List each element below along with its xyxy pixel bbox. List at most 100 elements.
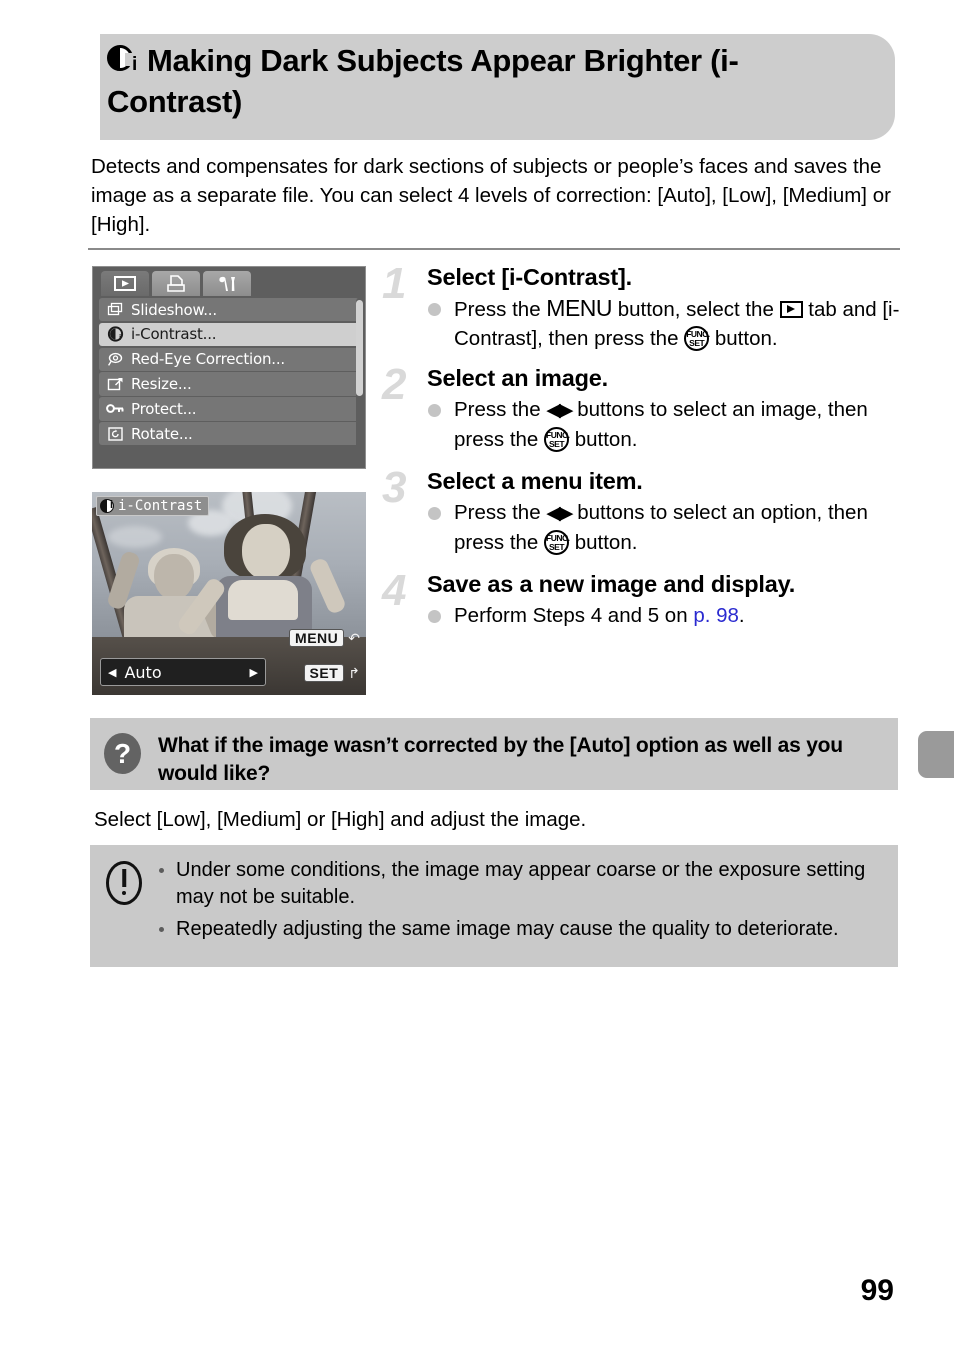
- caution-list: Under some conditions, the image may app…: [156, 857, 881, 948]
- step-body: Press the ◀▶ buttons to select an option…: [427, 498, 904, 557]
- rotate-icon: [99, 426, 131, 442]
- menu-item-label: Rotate...: [131, 424, 193, 443]
- camera-menu-list: Slideshow... i i-Contrast... Red-Eye Cor…: [99, 298, 359, 464]
- caution-callout-box: Under some conditions, the image may app…: [90, 845, 898, 967]
- step-body: Perform Steps 4 and 5 on p. 98.: [427, 601, 904, 630]
- step-number: 2: [382, 360, 407, 409]
- step-body: Press the MENU button, select the tab an…: [427, 294, 904, 353]
- bullet-dot: [428, 507, 441, 520]
- step-body-end: button.: [569, 428, 638, 451]
- playback-icon: [114, 276, 136, 291]
- bullet-dot: [428, 404, 441, 417]
- i-contrast-badge-label: i-Contrast: [118, 498, 203, 514]
- menu-hint: MENU ↶: [289, 629, 360, 647]
- menu-item-i-contrast[interactable]: i i-Contrast...: [99, 322, 359, 347]
- bullet-dot: [428, 303, 441, 316]
- step-title: Select a menu item.: [427, 468, 643, 494]
- chapter-tab-marker: [918, 731, 954, 778]
- return-arrow-icon: ↶: [348, 629, 360, 646]
- question-answer-text: Select [Low], [Medium] or [High] and adj…: [94, 808, 587, 831]
- bullet-dot: [159, 927, 164, 932]
- menu-item-protect[interactable]: Protect...: [99, 397, 359, 421]
- func-set-icon: FUNC. SET: [684, 326, 710, 351]
- step-body-end: button.: [709, 327, 778, 350]
- camera-photo-screenshot: i-Contrast ◀ Auto ▶ MENU ↶ SET ↱: [92, 492, 366, 695]
- option-value: Auto: [124, 662, 162, 682]
- func-set-icon: FUNC. SET: [544, 427, 570, 452]
- step-title: Select an image.: [427, 365, 608, 391]
- step-1: 1 Select [i-Contrast]. Press the MENU bu…: [382, 262, 904, 353]
- step-4: 4 Save as a new image and display. Perfo…: [382, 569, 904, 630]
- menu-scrollbar-thumb[interactable]: [356, 300, 363, 396]
- question-text: What if the image wasn’t corrected by th…: [158, 734, 843, 785]
- red-eye-icon: [99, 352, 131, 367]
- page-title-text: Making Dark Subjects Appear Brighter (i-…: [107, 43, 739, 119]
- menu-item-label: Protect...: [131, 399, 197, 418]
- i-contrast-icon: i: [99, 326, 131, 342]
- playback-icon: [779, 301, 803, 318]
- bullet-dot: [428, 610, 441, 623]
- step-body-mid: button, select the: [612, 298, 780, 321]
- caution-item: Under some conditions, the image may app…: [156, 857, 881, 911]
- wrench-hammer-icon: [217, 275, 237, 293]
- intro-paragraph: Detects and compensates for dark section…: [91, 155, 891, 236]
- key-icon: [99, 402, 131, 415]
- head: [154, 554, 194, 600]
- step-2: 2 Select an image. Press the ◀▶ buttons …: [382, 363, 904, 454]
- menu-item-red-eye-correction[interactable]: Red-Eye Correction...: [99, 347, 359, 371]
- playback-tab[interactable]: [101, 271, 149, 296]
- settings-tab[interactable]: [203, 271, 251, 296]
- func-set-icon: FUNC. SET: [544, 530, 570, 555]
- step-body-pre: Press the: [454, 298, 547, 321]
- step-body-end: .: [738, 604, 745, 627]
- step-3: 3 Select a menu item. Press the ◀▶ butto…: [382, 466, 904, 557]
- step-title: Select [i-Contrast].: [427, 264, 632, 290]
- step-body-pre: Perform Steps 4 and 5 on: [454, 604, 694, 627]
- step-number: 1: [382, 259, 407, 308]
- question-callout-box: ? What if the image wasn’t corrected by …: [90, 718, 898, 790]
- svg-text:i: i: [119, 333, 121, 342]
- step-body-end: button.: [569, 531, 638, 554]
- proceed-arrow-icon: ↱: [348, 664, 360, 681]
- menu-item-label: Slideshow...: [131, 300, 217, 319]
- caution-item-text: Under some conditions, the image may app…: [176, 859, 866, 908]
- menu-item-rotate[interactable]: Rotate...: [99, 421, 359, 446]
- section-divider: [88, 248, 900, 250]
- caution-item-text: Repeatedly adjusting the same image may …: [176, 918, 839, 940]
- step-body-pre: Press the: [454, 398, 547, 421]
- step-number: 3: [382, 463, 407, 512]
- head: [242, 524, 290, 580]
- camera-menu-tabs: [101, 271, 251, 296]
- menu-button-label: MENU: [546, 295, 613, 321]
- set-key-label: SET: [303, 664, 345, 682]
- step-title: Save as a new image and display.: [427, 571, 796, 597]
- slideshow-icon: [99, 302, 131, 317]
- step-body: Press the ◀▶ buttons to select an image,…: [427, 395, 904, 454]
- next-option-arrow[interactable]: ▶: [250, 666, 258, 679]
- menu-item-slideshow[interactable]: Slideshow...: [99, 298, 359, 322]
- page-title: i Making Dark Subjects Appear Brighter (…: [107, 40, 867, 122]
- prev-option-arrow[interactable]: ◀: [108, 666, 116, 679]
- bullet-dot: [159, 868, 164, 873]
- left-right-arrows-icon: ◀▶: [546, 503, 573, 524]
- shirt: [228, 580, 298, 620]
- caution-item: Repeatedly adjusting the same image may …: [156, 916, 881, 943]
- resize-icon: [99, 377, 131, 392]
- menu-item-resize[interactable]: Resize...: [99, 372, 359, 396]
- i-contrast-icon: i: [107, 45, 143, 75]
- question-mark-icon: ?: [104, 733, 141, 774]
- print-tab[interactable]: [152, 271, 200, 296]
- option-selector[interactable]: ◀ Auto ▶: [100, 658, 266, 686]
- print-icon: [166, 274, 186, 293]
- page-reference-link[interactable]: p. 98: [693, 604, 739, 627]
- set-hint: SET ↱: [303, 664, 360, 682]
- menu-key-label: MENU: [289, 629, 345, 647]
- step-number: 4: [382, 566, 407, 615]
- page-number: 99: [860, 1274, 894, 1307]
- i-contrast-icon: [100, 499, 114, 513]
- exclamation-icon: [106, 861, 142, 905]
- cloud: [108, 526, 162, 548]
- left-right-arrows-icon: ◀▶: [546, 400, 573, 421]
- steps-list: 1 Select [i-Contrast]. Press the MENU bu…: [382, 262, 904, 636]
- menu-item-label: i-Contrast...: [131, 325, 217, 344]
